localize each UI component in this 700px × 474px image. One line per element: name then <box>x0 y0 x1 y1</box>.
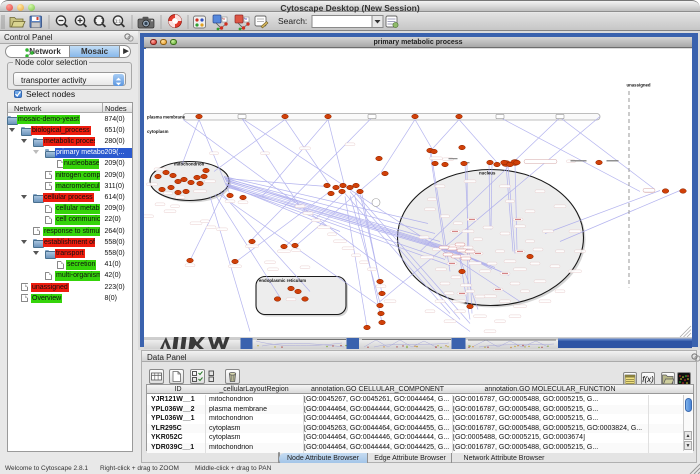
svg-text:cytoplasm: cytoplasm <box>147 128 169 133</box>
svg-text:nucleus: nucleus <box>479 170 496 175</box>
svg-text:mitochondrion: mitochondrion <box>174 161 205 166</box>
svg-text:unassigned: unassigned <box>626 82 650 87</box>
svg-text:plasma membrane: plasma membrane <box>147 114 186 119</box>
svg-text:Search:: Search: <box>278 16 307 26</box>
svg-text:endoplasmic reticulum: endoplasmic reticulum <box>259 277 306 282</box>
svg-text:1:1: 1:1 <box>115 18 122 23</box>
